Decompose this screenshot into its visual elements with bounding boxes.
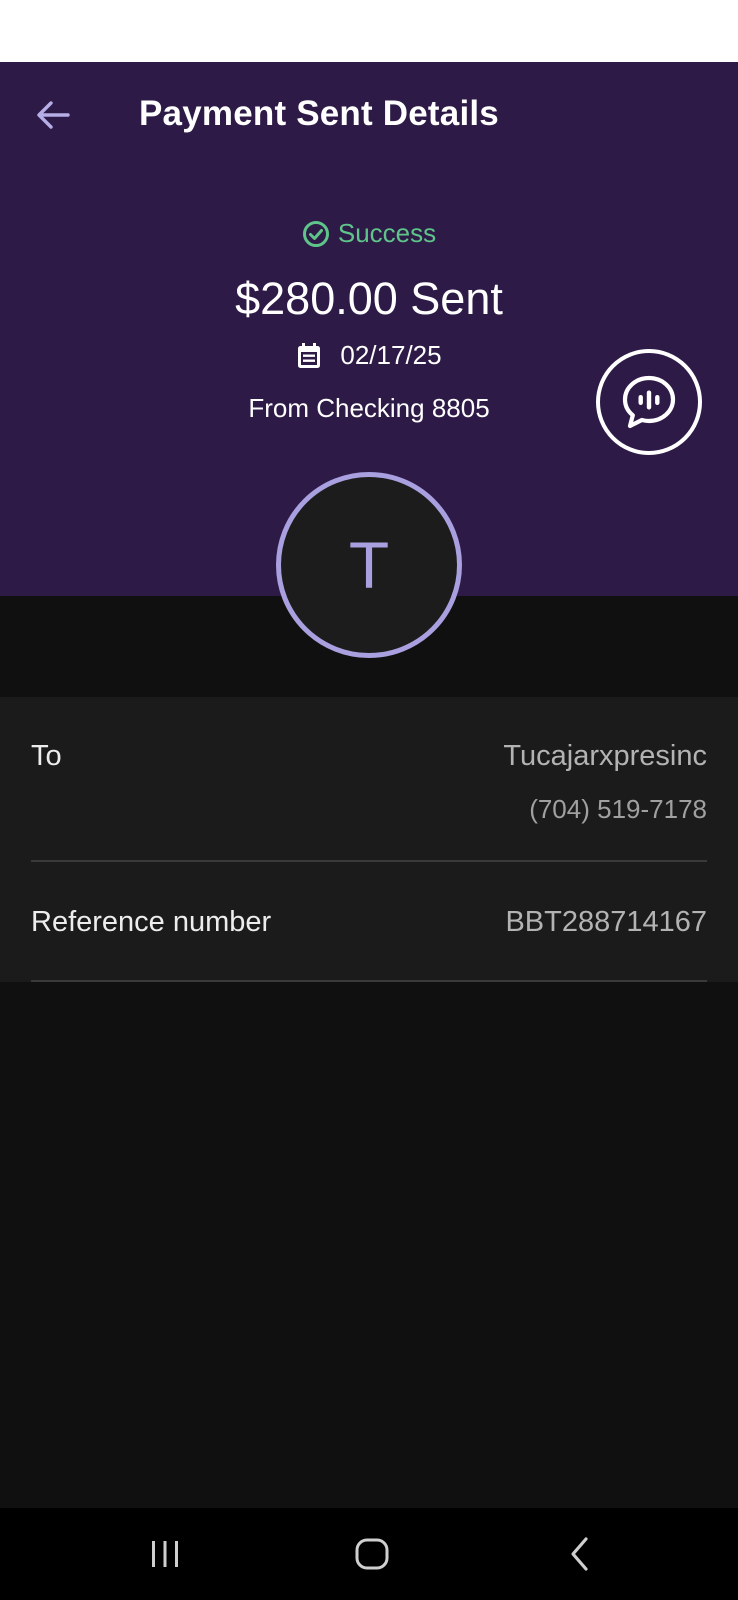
status-text: Success xyxy=(337,218,437,248)
details-card: To Tucajarxpresinc (704) 519-7178 Refere… xyxy=(0,697,738,982)
page-title: Payment Sent Details xyxy=(139,94,499,133)
arrow-left-icon xyxy=(37,101,70,129)
payment-date: 02/17/25 xyxy=(340,340,442,370)
system-nav-bar xyxy=(0,1508,738,1600)
recents-icon xyxy=(152,1541,178,1567)
check-circle-icon xyxy=(302,220,329,247)
nav-back-icon xyxy=(571,1537,588,1571)
chat-button[interactable] xyxy=(596,349,702,455)
amount-sent: $280.00 Sent xyxy=(235,273,503,324)
app-screen: Payment Sent Details Success $280.00 Sen… xyxy=(0,0,738,1600)
back-button[interactable] xyxy=(30,92,76,138)
avatar-initial: T xyxy=(348,528,390,602)
divider xyxy=(31,860,707,862)
home-button[interactable] xyxy=(337,1526,407,1582)
divider xyxy=(31,980,707,982)
status-indicator: Success xyxy=(0,218,738,249)
recipient-name: Tucajarxpresinc xyxy=(503,740,707,772)
recipient-avatar: T xyxy=(276,472,462,658)
home-icon xyxy=(355,1538,389,1570)
to-label: To xyxy=(31,740,62,772)
reference-number: BBT288714167 xyxy=(505,906,707,938)
recents-button[interactable] xyxy=(130,1526,200,1582)
reference-label: Reference number xyxy=(31,906,272,938)
status-bar xyxy=(0,0,738,62)
calendar-icon xyxy=(298,342,321,368)
nav-back-button[interactable] xyxy=(545,1526,615,1582)
recipient-phone: (704) 519-7178 xyxy=(529,794,707,824)
chat-bubble-icon xyxy=(622,375,676,429)
